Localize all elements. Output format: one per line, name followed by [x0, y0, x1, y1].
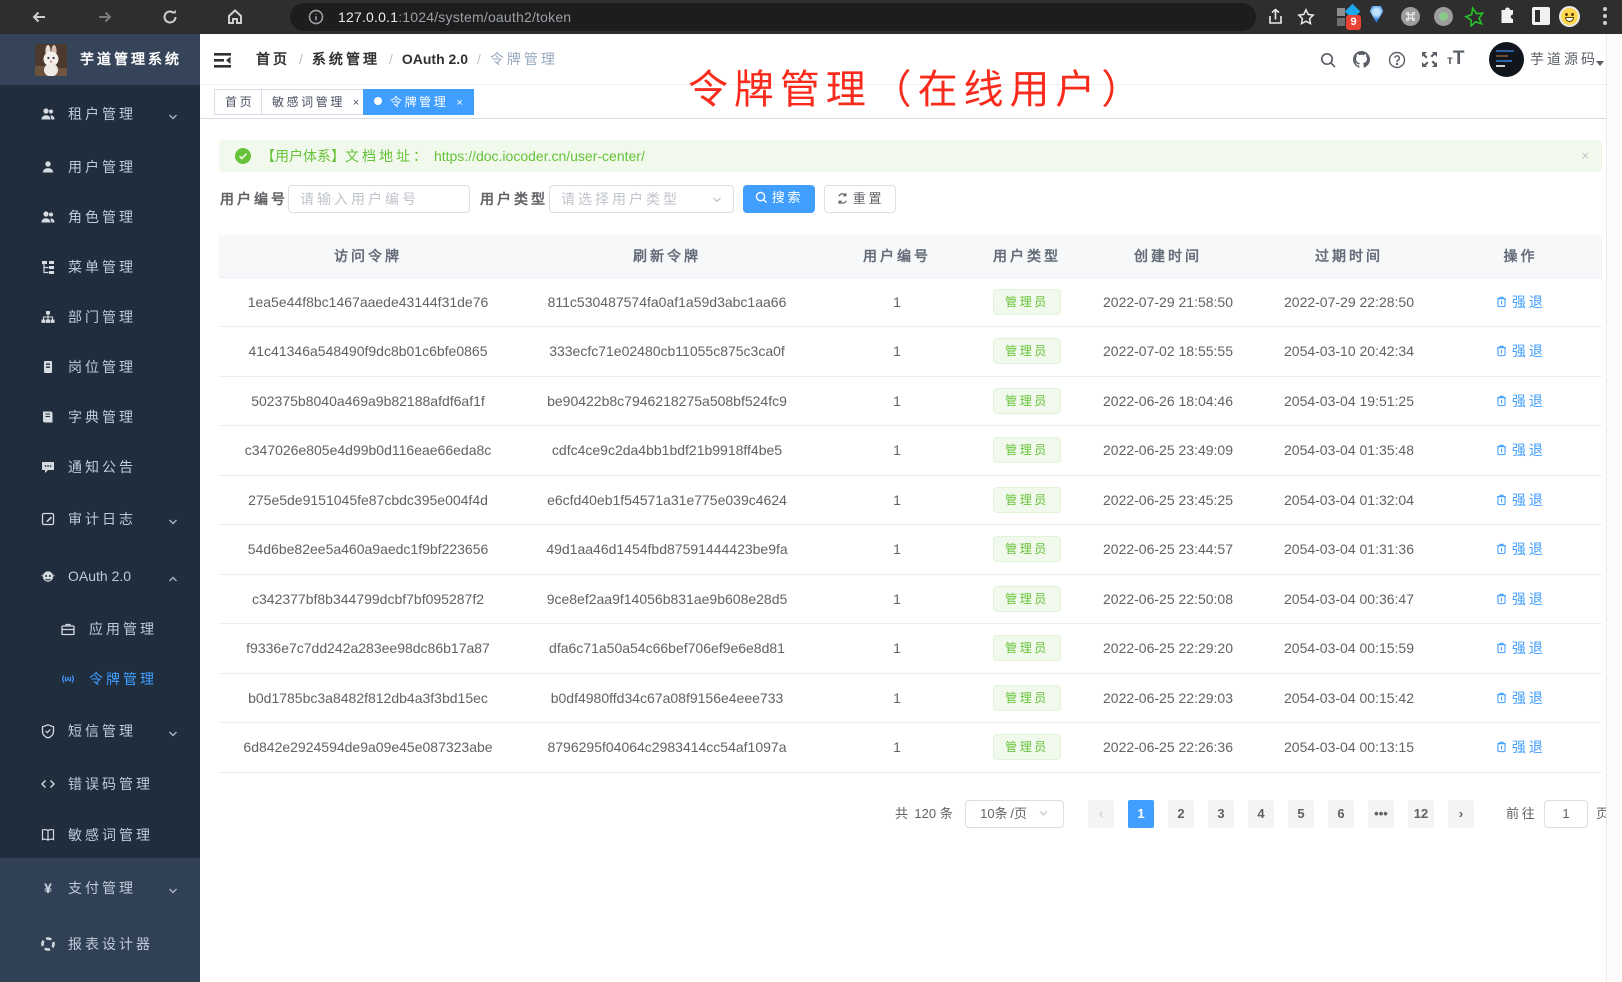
svg-text:A: A — [66, 677, 71, 683]
svg-text:¥: ¥ — [44, 880, 52, 896]
